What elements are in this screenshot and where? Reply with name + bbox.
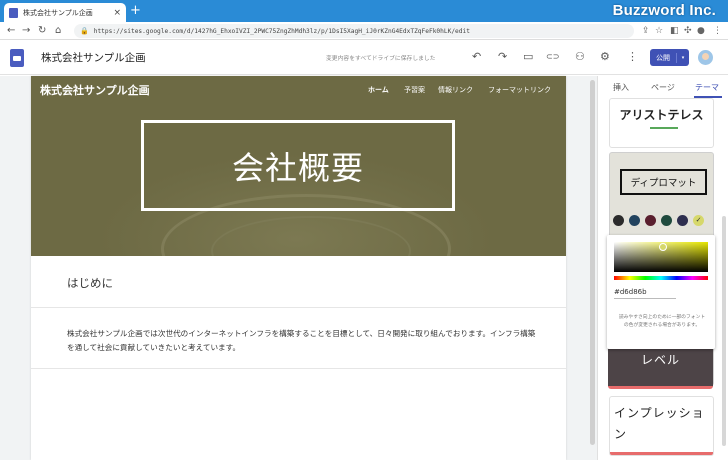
theme-card-impression[interactable]: インプレッション: [609, 396, 714, 456]
tab-insert[interactable]: 挿入: [613, 82, 629, 93]
hero-header[interactable]: 株式会社サンプル企画 ホーム 予習案 情報リンク フォーマットリンク 会社概要: [31, 76, 566, 256]
intro-paragraph[interactable]: 株式会社サンプル企画では次世代のインターネットインフラを構築することを目標として…: [67, 327, 537, 355]
share-page-icon[interactable]: ⇪: [642, 24, 650, 38]
color-swatches: ✓: [613, 215, 704, 226]
color-note: 読みやすさ向上のために一部のフォントの色が変更される場合があります。: [618, 315, 706, 328]
nav-item-format-link[interactable]: フォーマットリンク: [488, 85, 551, 95]
hero-title: 会社概要: [231, 148, 364, 187]
lock-icon: 🔒: [80, 27, 89, 35]
color-swatch[interactable]: [613, 215, 624, 226]
more-icon[interactable]: ⋮: [627, 50, 638, 64]
preview-icon[interactable]: ▭: [523, 50, 533, 64]
chrome-menu-icon[interactable]: ⋮: [713, 24, 722, 38]
theme-name: レベル: [640, 353, 680, 367]
hero-title-box[interactable]: 会社概要: [141, 120, 455, 211]
browser-toolbar: ← → ↻ ⌂ 🔒 https://sites.google.com/d/142…: [0, 22, 728, 40]
nav-item-plan[interactable]: 予習案: [404, 85, 425, 95]
chevron-down-icon[interactable]: ▾: [677, 55, 689, 61]
color-knob[interactable]: [659, 243, 667, 251]
color-swatch[interactable]: [645, 215, 656, 226]
theme-name: ディプロマット: [620, 169, 707, 195]
section-divider: [31, 307, 566, 308]
url-text: https://sites.google.com/d/1427hG_EhxoIV…: [93, 27, 470, 35]
bookmark-star-icon[interactable]: ☆: [655, 24, 663, 38]
reload-icon[interactable]: ↻: [38, 24, 46, 38]
theme-accent-line: [610, 452, 713, 455]
section-divider: [31, 368, 566, 369]
color-picker: #d6d86b 読みやすさ向上のために一部のフォントの色が変更される場合がありま…: [607, 235, 715, 349]
link-icon[interactable]: ⊂⊃: [546, 50, 559, 64]
tab-pages[interactable]: ページ: [651, 82, 675, 93]
nav-item-home[interactable]: ホーム: [368, 85, 389, 95]
site-logo-text[interactable]: 株式会社サンプル企画: [40, 82, 150, 98]
nav-item-info-link[interactable]: 情報リンク: [438, 85, 473, 95]
editor-header: 株式会社サンプル企画 変更内容をすべてドライブに保存しました ↶ ↷ ▭ ⊂⊃ …: [0, 40, 728, 75]
color-swatch[interactable]: [629, 215, 640, 226]
publish-button[interactable]: 公開 ▾: [650, 49, 689, 66]
watermark: Buzzword Inc.: [612, 2, 716, 19]
hex-input-underline: [614, 298, 676, 299]
puzzle-icon[interactable]: ✣: [684, 24, 692, 38]
site-page: 株式会社サンプル企画 ホーム 予習案 情報リンク フォーマットリンク 会社概要 …: [31, 76, 566, 460]
hex-input[interactable]: #d6d86b: [614, 288, 647, 296]
tab-themes[interactable]: テーマ: [695, 82, 719, 93]
redo-icon[interactable]: ↷: [498, 50, 507, 64]
section-heading[interactable]: はじめに: [67, 275, 113, 291]
theme-card-aristotle[interactable]: アリストテレス: [609, 98, 714, 148]
google-sites-logo-icon[interactable]: [10, 49, 24, 67]
panel-scrollbar[interactable]: [722, 216, 726, 446]
theme-name: インプレッション: [614, 406, 705, 441]
save-status: 変更内容をすべてドライブに保存しました: [326, 56, 436, 62]
hue-slider[interactable]: [614, 276, 708, 280]
forward-icon[interactable]: →: [22, 24, 30, 38]
publish-label[interactable]: 公開: [650, 52, 677, 63]
color-swatch[interactable]: [677, 215, 688, 226]
share-icon[interactable]: ⚇: [575, 50, 585, 64]
theme-card-level[interactable]: レベル: [608, 345, 713, 389]
extension-icon[interactable]: ◧: [670, 24, 679, 38]
site-name[interactable]: 株式会社サンプル企画: [41, 50, 146, 65]
theme-accent-line: [650, 127, 678, 129]
canvas-scrollbar[interactable]: [590, 80, 595, 445]
back-icon[interactable]: ←: [7, 24, 15, 38]
profile-icon[interactable]: ●: [697, 24, 705, 38]
home-icon[interactable]: ⌂: [55, 24, 61, 38]
saturation-value-area[interactable]: [614, 242, 708, 272]
color-swatch[interactable]: [661, 215, 672, 226]
settings-icon[interactable]: ⚙: [600, 50, 610, 64]
editor-canvas: 株式会社サンプル企画 ホーム 予習案 情報リンク フォーマットリンク 会社概要 …: [0, 76, 597, 460]
undo-icon[interactable]: ↶: [472, 50, 481, 64]
avatar[interactable]: [698, 50, 713, 65]
custom-color-swatch-checked-icon[interactable]: ✓: [693, 215, 704, 226]
theme-name: アリストテレス: [619, 108, 704, 122]
address-bar[interactable]: 🔒 https://sites.google.com/d/1427hG_Ehxo…: [74, 24, 634, 38]
browser-tab-strip: 株式会社サンプル企画 × + Buzzword Inc.: [0, 0, 728, 22]
